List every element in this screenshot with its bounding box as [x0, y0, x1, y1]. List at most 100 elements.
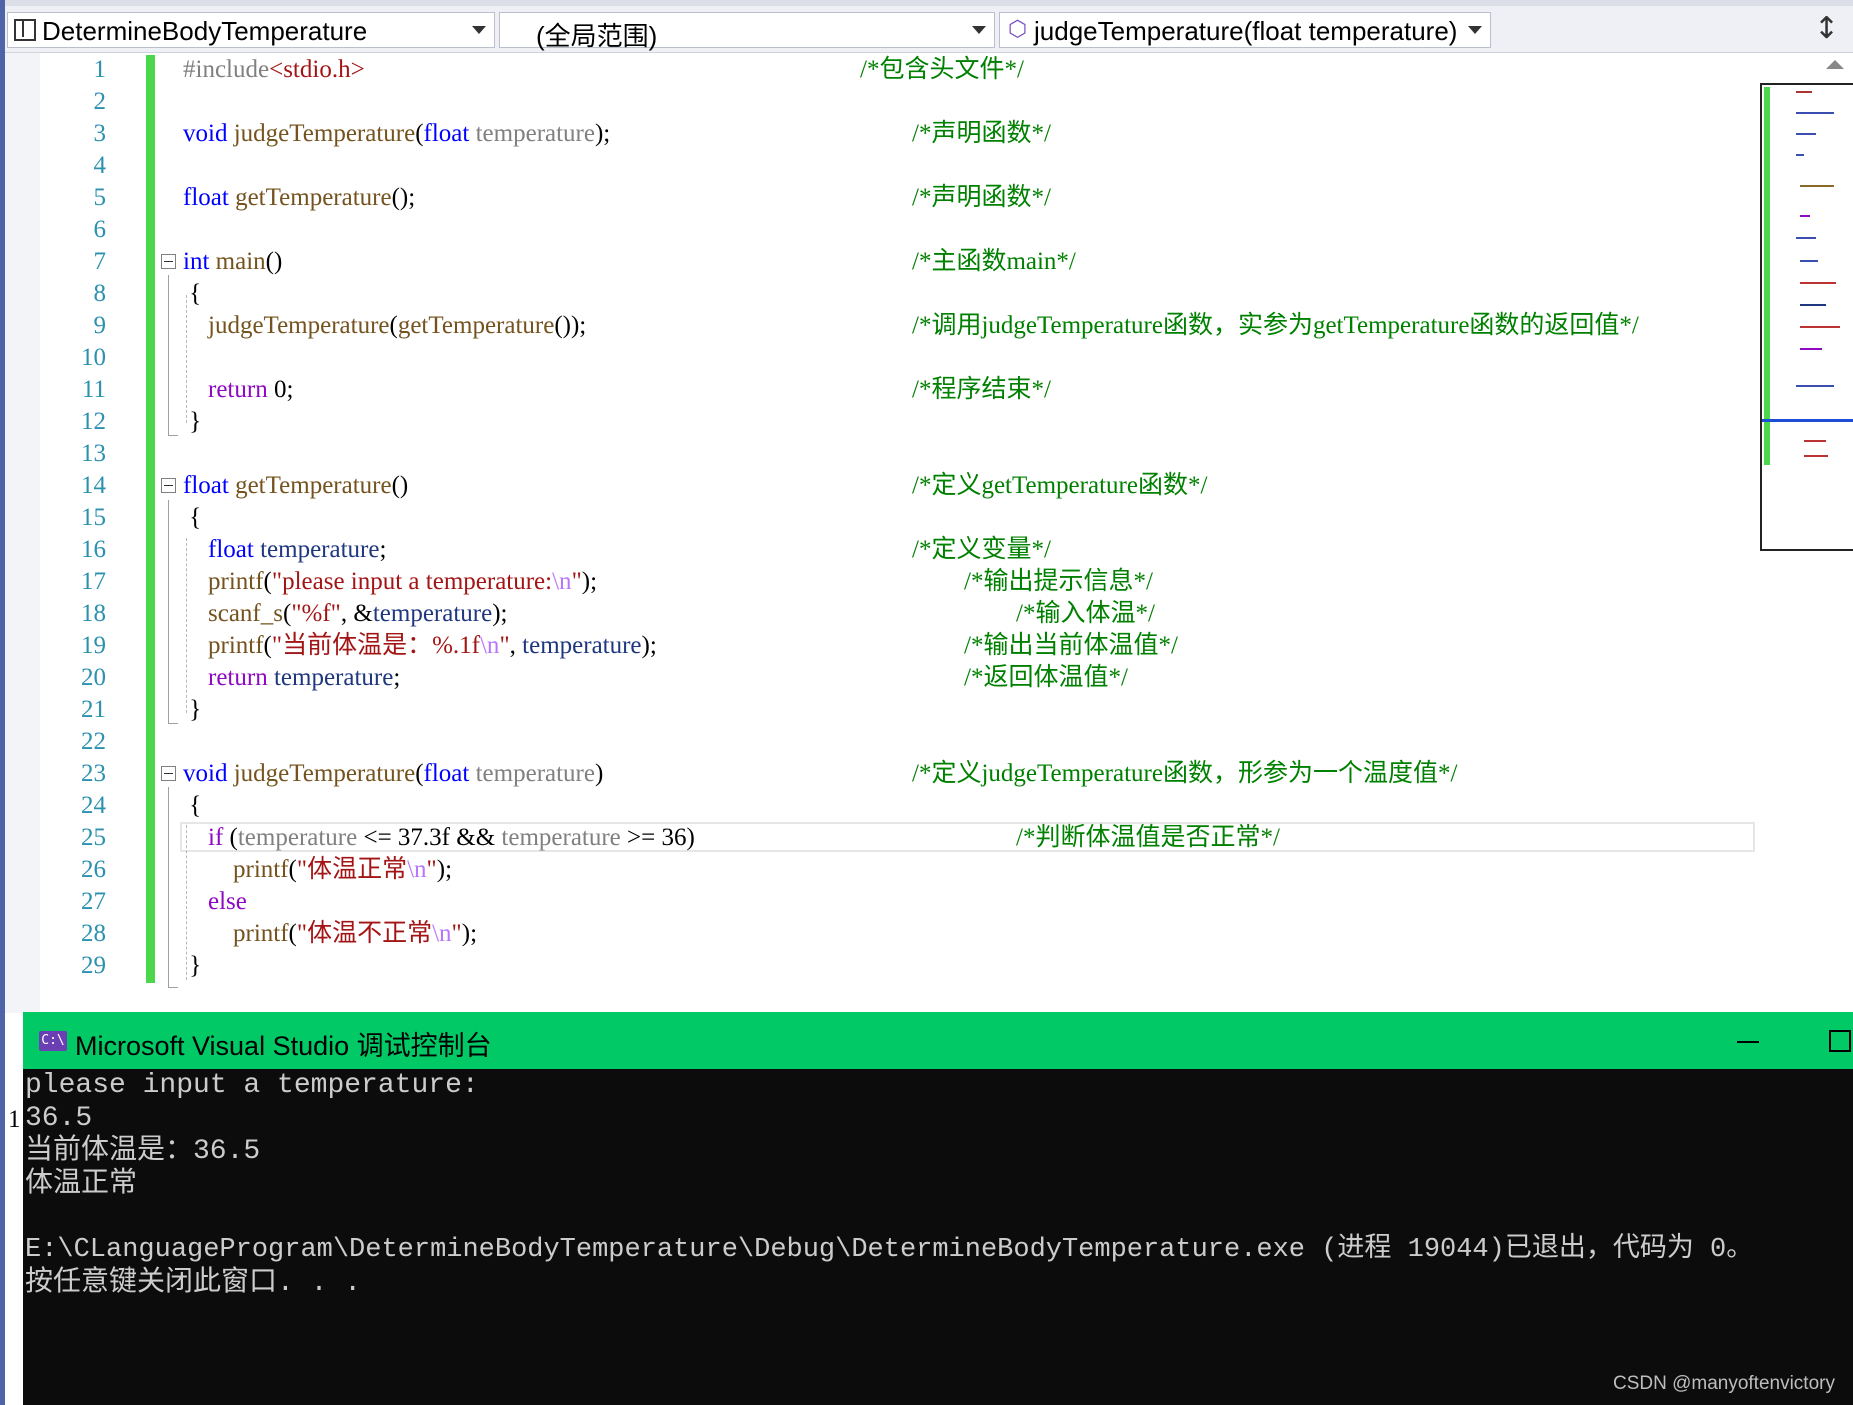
- code-text: {: [189, 504, 202, 531]
- minimap-line: [1800, 215, 1810, 217]
- code-line: 9 judgeTemperature(getTemperature()); /*…: [0, 310, 1755, 342]
- console-app-icon: C:\: [39, 1031, 67, 1051]
- console-line: please input a temperature:: [25, 1070, 479, 1101]
- line-number: 4: [93, 152, 107, 179]
- code-text: float getTemperature();: [183, 184, 416, 211]
- line-number: 17: [81, 568, 106, 595]
- code-comment: /*定义变量*/: [912, 536, 1051, 563]
- console-line: 按任意键关闭此窗口. . .: [25, 1268, 362, 1299]
- line-number: 12: [81, 408, 106, 435]
- member-dropdown[interactable]: ⬡ judgeTemperature(float temperature): [999, 12, 1491, 48]
- project-icon: [14, 19, 36, 41]
- code-line: 10: [0, 342, 1755, 374]
- code-line: 24 {: [0, 790, 1755, 822]
- code-comment: /*包含头文件*/: [860, 56, 1024, 83]
- console-output[interactable]: please input a temperature: 36.5 当前体温是：3…: [23, 1069, 1853, 1405]
- code-text: return 0;: [208, 376, 294, 403]
- code-line: 12 }: [0, 406, 1755, 438]
- scope-dropdown[interactable]: (全局范围): [499, 12, 995, 51]
- code-text: printf("体温不正常\n");: [233, 920, 478, 947]
- code-line: 21 }: [0, 694, 1755, 726]
- minimap-line: [1800, 326, 1840, 328]
- minimap-line: [1796, 237, 1816, 239]
- line-number: 19: [81, 632, 106, 659]
- split-window-icon[interactable]: ↕: [1814, 14, 1839, 44]
- code-comment: /*输入体温*/: [1016, 600, 1155, 627]
- code-comment: /*输出当前体温值*/: [964, 632, 1178, 659]
- line-number: 20: [81, 664, 106, 691]
- code-line: 5 float getTemperature(); /*声明函数*/: [0, 182, 1755, 214]
- line-number: 11: [81, 376, 106, 403]
- code-text: {: [189, 792, 202, 819]
- code-comment: /*输出提示信息*/: [964, 568, 1153, 595]
- console-line: 体温正常: [25, 1169, 138, 1200]
- code-text: float getTemperature(): [183, 472, 409, 499]
- line-number: 28: [81, 920, 106, 947]
- code-line: 4: [0, 150, 1755, 182]
- code-text: float temperature;: [208, 536, 387, 563]
- line-number: 22: [81, 728, 106, 755]
- code-line: 29 }: [0, 950, 1755, 982]
- code-line: 20 return temperature; /*返回体温值*/: [0, 662, 1755, 694]
- console-title-bar[interactable]: C:\ Microsoft Visual Studio 调试控制台: [23, 1012, 1853, 1069]
- minimap-caret-line: [1762, 419, 1853, 422]
- code-text: judgeTemperature(getTemperature());: [208, 312, 587, 339]
- scope-dropdown-label: (全局范围): [536, 21, 658, 51]
- code-line: 18 scanf_s("%f", &temperature); /*输入体温*/: [0, 598, 1755, 630]
- console-line: E:\CLanguageProgram\DetermineBodyTempera…: [25, 1235, 1754, 1265]
- code-line: 14 float getTemperature() /*定义getTempera…: [0, 470, 1755, 502]
- watermark: CSDN @manyoftenvictory: [1612, 1373, 1835, 1394]
- code-text: }: [189, 408, 202, 435]
- minimap[interactable]: [1760, 83, 1853, 551]
- code-comment: /*返回体温值*/: [964, 664, 1128, 691]
- code-text: return temperature;: [208, 664, 401, 691]
- code-line: 19 printf("当前体温是：%.1f\n", temperature); …: [0, 630, 1755, 662]
- line-number: 14: [81, 472, 106, 499]
- collapse-toggle[interactable]: [161, 254, 176, 269]
- minimap-change-bar: [1764, 87, 1770, 465]
- member-dropdown-label: judgeTemperature(float temperature): [1034, 16, 1458, 46]
- code-line: 1 #include<stdio.h> /*包含头文件*/: [0, 54, 1755, 86]
- code-comment: /*声明函数*/: [912, 184, 1051, 211]
- line-number: 24: [81, 792, 106, 819]
- code-comment: /*定义getTemperature函数*/: [912, 472, 1208, 499]
- code-text: printf("体温正常\n");: [233, 856, 453, 883]
- code-line: 3 void judgeTemperature(float temperatur…: [0, 118, 1755, 150]
- line-number: 18: [81, 600, 106, 627]
- collapse-toggle[interactable]: [161, 478, 176, 493]
- code-line: 16 float temperature; /*定义变量*/: [0, 534, 1755, 566]
- minimap-line: [1800, 260, 1818, 262]
- code-text: printf("please input a temperature:\n");: [208, 568, 598, 595]
- code-line-current: 25 if (temperature <= 37.3f && temperatu…: [0, 822, 1755, 854]
- minimize-button[interactable]: [1737, 1030, 1759, 1050]
- collapse-toggle[interactable]: [161, 766, 176, 781]
- line-number: 26: [81, 856, 106, 883]
- scroll-up-arrow[interactable]: [1826, 60, 1844, 69]
- code-text: int main(): [183, 248, 283, 275]
- minimap-line: [1800, 185, 1834, 187]
- chevron-down-icon: [472, 26, 486, 34]
- line-number: 15: [81, 504, 106, 531]
- code-comment: /*声明函数*/: [912, 120, 1051, 147]
- code-line: 23 void judgeTemperature(float temperatu…: [0, 758, 1755, 790]
- line-number: 10: [81, 344, 106, 371]
- project-dropdown[interactable]: DetermineBodyTemperature: [7, 12, 495, 48]
- console-line: 当前体温是：36.5: [25, 1136, 261, 1167]
- minimap-line: [1796, 385, 1834, 387]
- code-line: 2: [0, 86, 1755, 118]
- minimap-line: [1796, 133, 1816, 135]
- code-text: }: [189, 696, 202, 723]
- code-text: if (temperature <= 37.3f && temperature …: [208, 824, 695, 851]
- editor-line-fragment: 1: [8, 1103, 23, 1136]
- line-number: 7: [93, 248, 107, 275]
- code-comment: /*程序结束*/: [912, 376, 1051, 403]
- cube-icon: ⬡: [1008, 17, 1028, 42]
- line-number: 9: [93, 312, 107, 339]
- code-text: {: [189, 280, 202, 307]
- maximize-button[interactable]: [1829, 1030, 1851, 1052]
- minimap-line: [1800, 304, 1826, 306]
- line-number: 16: [81, 536, 106, 563]
- code-line: 13: [0, 438, 1755, 470]
- fold-guide-end: [168, 987, 178, 988]
- line-number: 13: [81, 440, 106, 467]
